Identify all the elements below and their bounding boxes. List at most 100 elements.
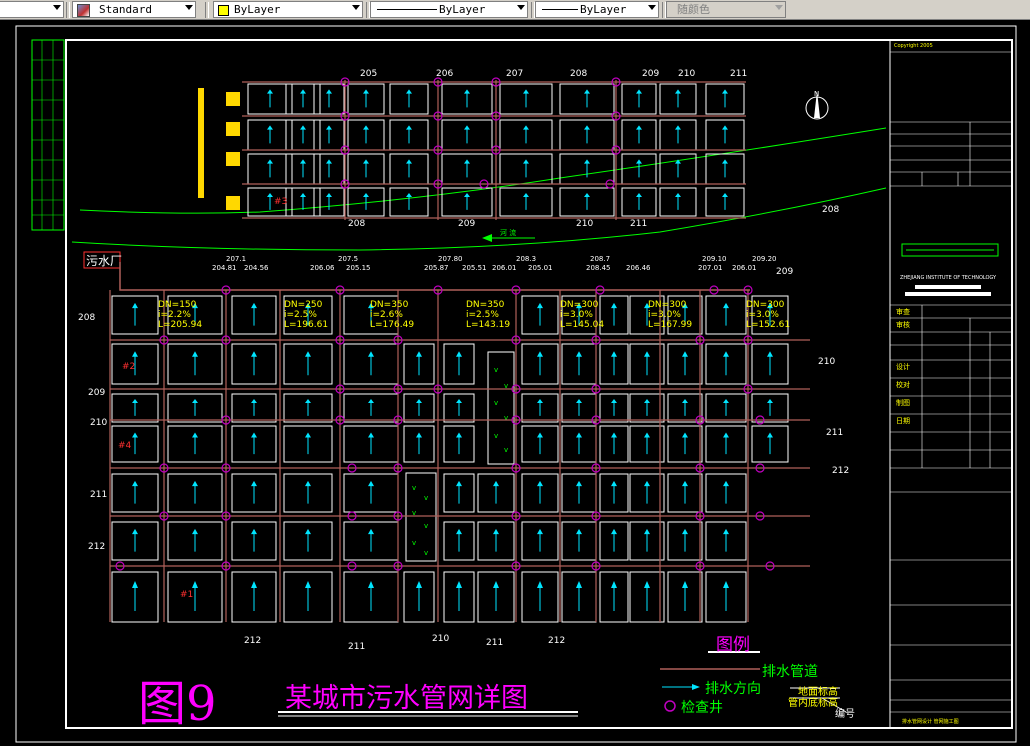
text-style-select[interactable]: Standard	[72, 1, 196, 18]
flow-arrow-icon	[368, 581, 374, 588]
flow-arrow-icon	[682, 351, 688, 357]
pipe-slope-label: i=2.5%	[466, 310, 499, 320]
left-strip-box	[31, 39, 65, 231]
toolbar-separator	[66, 2, 70, 18]
flow-arrow-icon	[326, 159, 332, 164]
pipe-diameter-label: DN=350	[370, 300, 409, 310]
flow-arrow-icon	[368, 399, 374, 403]
block-id-label: #1	[180, 590, 194, 600]
flow-arrow-icon	[767, 351, 773, 357]
elevation-label: 206.01	[732, 264, 757, 272]
street-number-label: 209	[642, 69, 660, 79]
park-block	[405, 472, 437, 562]
block-id-label: #4	[118, 441, 132, 451]
street-number-label: 205	[360, 69, 378, 79]
text-style-dropdown[interactable]	[0, 1, 64, 18]
flow-arrow-icon	[537, 432, 543, 438]
svg-text:v: v	[424, 494, 428, 502]
flow-arrow-icon	[267, 89, 273, 94]
flow-arrow-icon	[611, 581, 617, 588]
flow-arrow-icon	[675, 125, 681, 130]
flow-arrow-icon	[132, 432, 138, 438]
text-style-icon	[77, 4, 90, 17]
street-number-label: 211	[730, 69, 748, 79]
flow-arrow-icon	[767, 399, 773, 403]
manhole-tag-label: 209.10	[702, 255, 727, 263]
flow-arrow-icon	[576, 432, 582, 438]
pipe-diameter-label: DN=300	[746, 300, 785, 310]
street-number-label: 212	[832, 466, 850, 476]
chevron-down-icon	[53, 5, 61, 10]
flow-arrow-icon	[584, 193, 590, 197]
drawing-canvas[interactable]: N vvvvvv vvvvvv	[0, 20, 1030, 746]
elevation-label: 205.87	[424, 264, 449, 272]
manhole-tag-label: 209.20	[752, 255, 777, 263]
drawing-title: 某城市污水管网详图	[285, 683, 528, 714]
flow-arrow-icon	[192, 432, 198, 438]
flow-arrow-icon	[636, 125, 642, 130]
flow-arrow-icon	[406, 125, 412, 130]
linetype-value: ByLayer	[439, 3, 486, 16]
flow-arrow-icon	[493, 528, 499, 535]
svg-text:v: v	[424, 549, 428, 557]
street-number-label: 208	[822, 205, 840, 215]
river-flow-arrow-icon	[482, 234, 492, 242]
flow-arrow-icon	[300, 159, 306, 164]
street-number-label: 208	[78, 313, 96, 323]
street-number-label: 211	[486, 638, 504, 648]
sewer-pipes	[109, 80, 810, 622]
flow-arrow-icon	[723, 432, 729, 438]
plant-label: 污水厂	[86, 254, 123, 268]
title-block-copyright: Copyright 2005	[894, 43, 933, 49]
flow-arrow-icon	[584, 159, 590, 164]
elevation-label: 205.51	[462, 264, 487, 272]
flow-arrow-icon	[251, 399, 257, 403]
flow-arrow-icon	[267, 193, 273, 197]
street-number-label: 212	[88, 542, 106, 552]
flow-arrow-icon	[722, 89, 728, 94]
svg-text:v: v	[494, 432, 498, 440]
flow-arrow-icon	[456, 351, 462, 357]
lineweight-select[interactable]: ByLayer	[535, 1, 659, 18]
flow-arrow-icon	[416, 432, 422, 438]
flow-arrow-icon	[305, 528, 311, 535]
flow-arrow-icon	[456, 528, 462, 535]
flow-arrow-icon	[300, 89, 306, 94]
pipe-slope-label: i=2.6%	[370, 310, 403, 320]
manhole-tag-label: 207.1	[226, 255, 247, 263]
chevron-down-icon	[352, 5, 360, 10]
flow-arrow-icon	[523, 125, 529, 130]
flow-arrow-icon	[363, 159, 369, 164]
flow-arrow-icon	[611, 528, 617, 535]
street-number-label: 210	[576, 219, 594, 229]
flow-arrow-icon	[368, 432, 374, 438]
color-select[interactable]: ByLayer	[213, 1, 363, 18]
title-block-row-label: 设计	[896, 363, 910, 371]
pipe-length-label: L=143.19	[466, 320, 511, 330]
flow-arrow-icon	[368, 351, 374, 357]
pipe-length-label: L=196.61	[284, 320, 329, 330]
flow-arrow-icon	[644, 581, 650, 588]
text-style-value: Standard	[99, 3, 152, 16]
street-number-label: 212	[548, 636, 566, 646]
svg-text:v: v	[504, 414, 508, 422]
flow-arrow-icon	[251, 302, 257, 309]
pipe-length-label: L=145.04	[560, 320, 605, 330]
flow-arrow-icon	[305, 351, 311, 357]
chevron-down-icon	[185, 5, 193, 10]
elevation-label: 205.01	[528, 264, 553, 272]
flow-arrow-icon	[456, 432, 462, 438]
linetype-select[interactable]: ByLayer	[370, 1, 528, 18]
svg-text:v: v	[424, 522, 428, 530]
flow-arrow-icon	[464, 159, 470, 164]
street-number-label: 210	[432, 634, 450, 644]
flow-arrow-icon	[363, 193, 369, 197]
flow-arrow-icon	[464, 193, 470, 197]
street-number-label: 210	[90, 418, 108, 428]
elevation-label: 204.81	[212, 264, 237, 272]
flow-arrow-icon	[406, 193, 412, 197]
flow-arrow-icon	[767, 432, 773, 438]
flow-arrow-icon	[523, 193, 529, 197]
pipe-slope-label: i=2.2%	[158, 310, 191, 320]
flow-arrow-icon	[644, 480, 650, 487]
